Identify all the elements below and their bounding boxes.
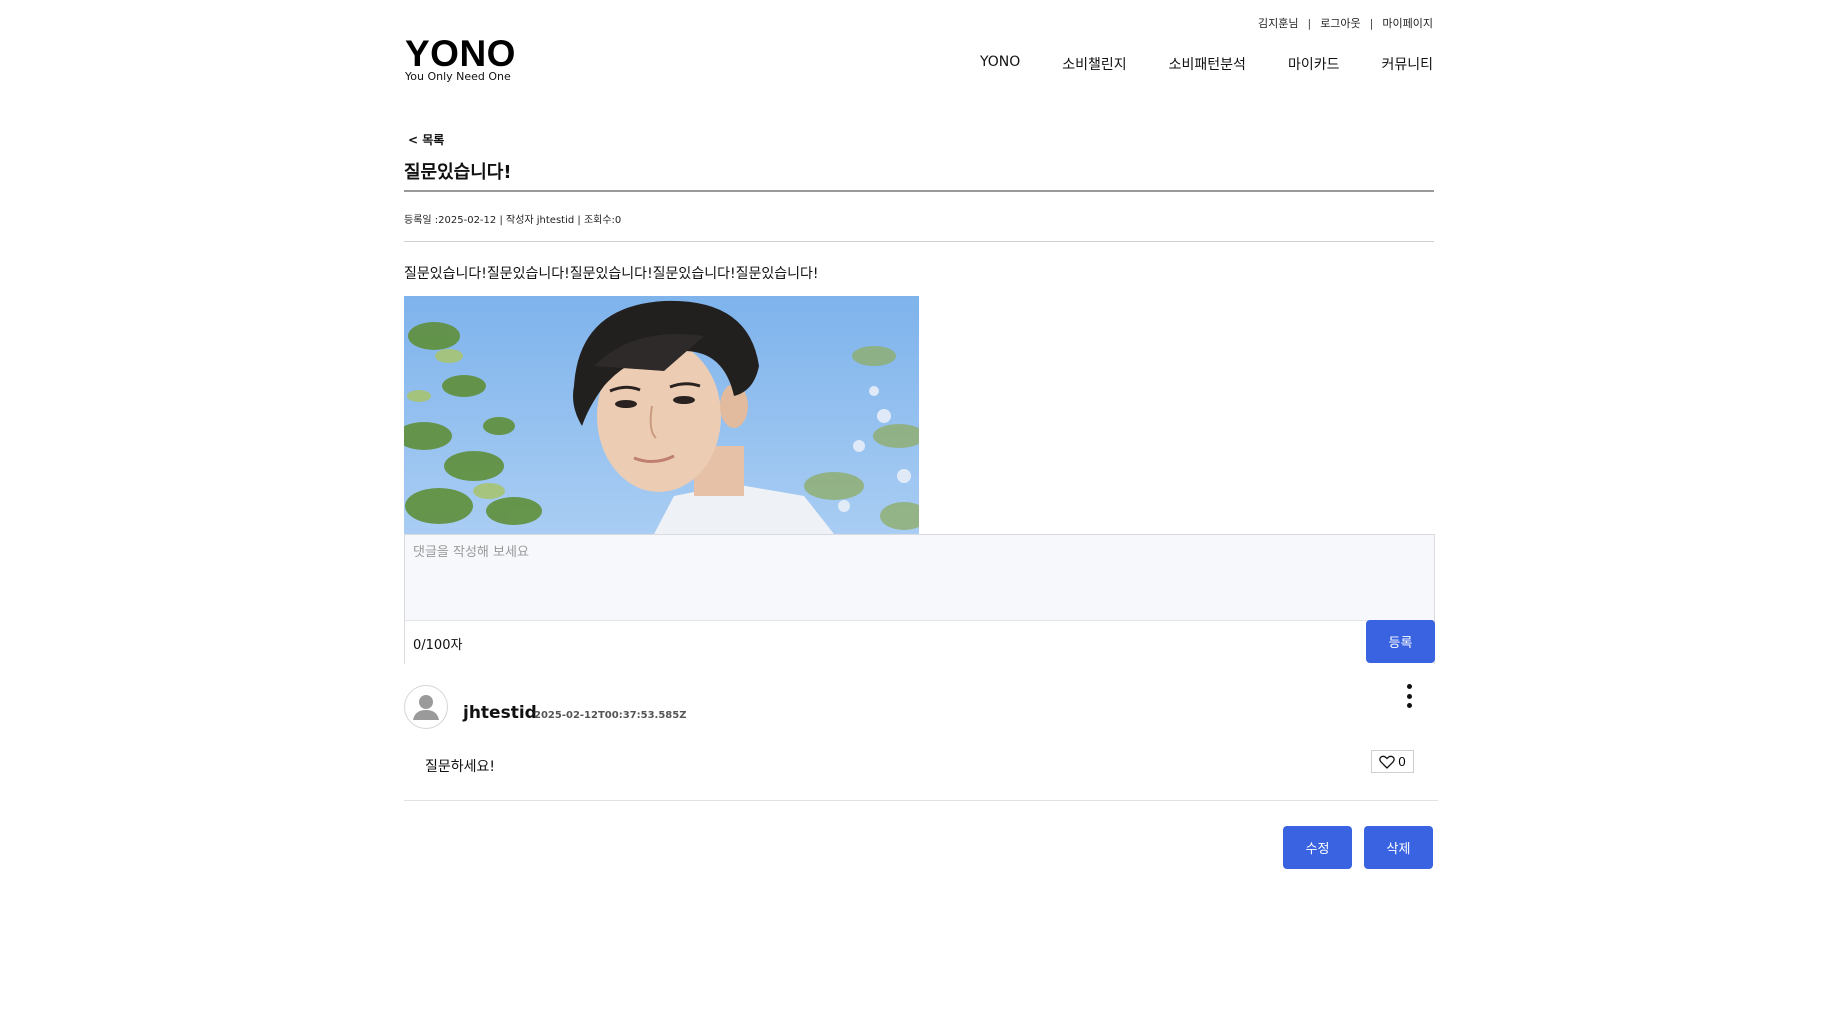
comment-form-footer: 0/100자 등록 bbox=[405, 620, 1435, 664]
dot bbox=[1406, 684, 1412, 689]
post-meta: 등록일 :2025-02-12 | 작성자 jhtestid | 조회수:0 bbox=[404, 215, 622, 226]
comment-date: 2025-02-12T00:37:53.585Z bbox=[534, 710, 687, 721]
comment-input[interactable] bbox=[405, 535, 1434, 620]
logo-text: YONO bbox=[405, 33, 516, 74]
page: 김지훈님 | 로그아웃 | 마이페이지 YONO You Only Need O… bbox=[0, 0, 1822, 1016]
user-name-link[interactable]: 김지훈님 bbox=[1258, 15, 1298, 31]
post-body: 질문있습니다!질문있습니다!질문있습니다!질문있습니다!질문있습니다! bbox=[404, 266, 819, 282]
logo-tagline: You Only Need One bbox=[405, 70, 511, 83]
char-counter: 0/100자 bbox=[413, 638, 463, 653]
heart-icon bbox=[1379, 755, 1396, 769]
nav-item-mycard[interactable]: 마이카드 bbox=[1288, 54, 1340, 74]
dot bbox=[1406, 693, 1412, 699]
meta-divider bbox=[404, 241, 1434, 242]
separator: | bbox=[1369, 16, 1374, 30]
nav-item-yono[interactable]: YONO bbox=[980, 54, 1020, 74]
post-title: 질문있습니다! bbox=[404, 162, 512, 183]
separator: | bbox=[1307, 16, 1312, 30]
like-button[interactable]: 0 bbox=[1371, 750, 1414, 773]
utility-links: 김지훈님 | 로그아웃 | 마이페이지 bbox=[1258, 15, 1433, 31]
logout-link[interactable]: 로그아웃 bbox=[1320, 15, 1360, 31]
edit-button[interactable]: 수정 bbox=[1283, 826, 1352, 869]
nav-item-community[interactable]: 커뮤니티 bbox=[1381, 54, 1433, 74]
mypage-link[interactable]: 마이페이지 bbox=[1382, 15, 1433, 31]
comment-divider bbox=[404, 800, 1438, 801]
more-options-icon[interactable] bbox=[1402, 684, 1416, 708]
comment-text: 질문하세요! bbox=[425, 759, 496, 775]
nav-item-challenge[interactable]: 소비챌린지 bbox=[1062, 54, 1126, 74]
main-nav: YONO 소비챌린지 소비패턴분석 마이카드 커뮤니티 bbox=[938, 54, 1433, 74]
nav-item-pattern[interactable]: 소비패턴분석 bbox=[1169, 54, 1246, 74]
avatar bbox=[404, 685, 448, 729]
post-image bbox=[404, 296, 919, 534]
comment-author: jhtestid bbox=[463, 703, 537, 723]
like-count: 0 bbox=[1398, 754, 1406, 769]
site-logo[interactable]: YONO You Only Need One bbox=[405, 35, 516, 83]
back-to-list-link[interactable]: < 목록 bbox=[408, 131, 444, 148]
user-avatar-icon bbox=[413, 695, 439, 720]
delete-button[interactable]: 삭제 bbox=[1364, 826, 1433, 869]
comment-form: 0/100자 등록 bbox=[404, 534, 1435, 664]
title-divider bbox=[404, 190, 1434, 192]
dot bbox=[1406, 703, 1412, 708]
submit-comment-button[interactable]: 등록 bbox=[1366, 620, 1435, 663]
